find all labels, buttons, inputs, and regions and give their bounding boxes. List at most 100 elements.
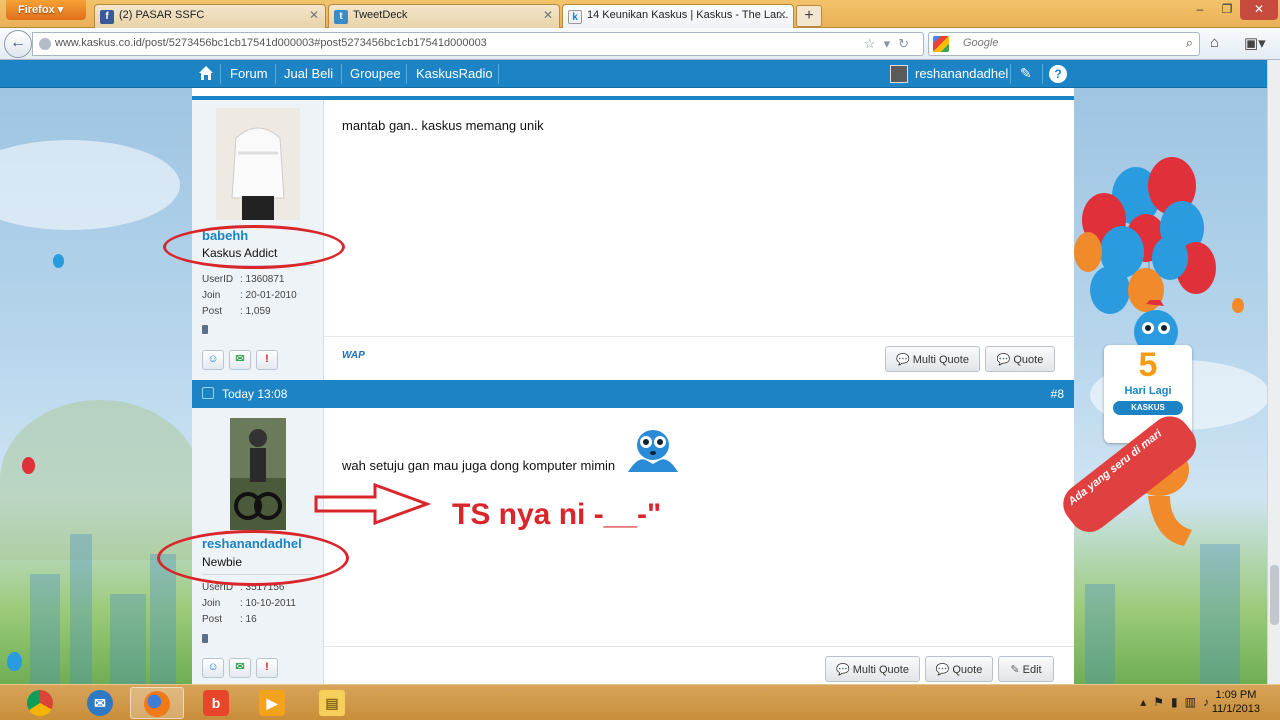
quote-button[interactable]: 💬 Quote	[925, 656, 993, 682]
page-scrollbar[interactable]	[1267, 60, 1280, 684]
nav-kaskusradio[interactable]: KaskusRadio	[416, 66, 493, 81]
dropdown-icon[interactable]: ▾	[884, 36, 899, 51]
post-number[interactable]: #8	[1051, 387, 1064, 401]
stat-value: : 1,059	[240, 306, 271, 317]
speech-bubble-icon: 💬	[896, 354, 910, 366]
back-arrow-icon[interactable]: ←	[4, 30, 32, 58]
stat-value: : 20-01-2010	[240, 290, 297, 301]
building-decoration	[30, 574, 60, 684]
tab-title: (2) PASAR SSFC	[119, 9, 205, 21]
search-bar[interactable]: Google ⌕	[928, 32, 1200, 56]
nav-jual-beli[interactable]: Jual Beli	[284, 66, 333, 81]
balloon-decoration	[53, 254, 64, 268]
multi-quote-button[interactable]: 💬 Multi Quote	[885, 346, 980, 372]
taskbar-app-media-player[interactable]: ▶	[246, 687, 300, 719]
nav-divider	[341, 64, 342, 84]
pencil-icon[interactable]: ✎	[1020, 65, 1032, 82]
multi-quote-button[interactable]: 💬 Multi Quote	[825, 656, 920, 682]
browser-tab-bar: Firefox ▾ f (2) PASAR SSFC ✕ t TweetDeck…	[0, 0, 1280, 28]
help-icon[interactable]: ?	[1049, 65, 1067, 83]
system-clock[interactable]: 1:09 PM 11/1/2013	[1212, 688, 1260, 716]
button-label: Edit	[1022, 664, 1042, 676]
url-bar-icons: ☆▾↻	[864, 36, 917, 52]
taskbar-app-file-explorer[interactable]: ▤	[306, 687, 360, 719]
promo-banner[interactable]: 5 Hari Lagi KASKUS Ada yang seru di mari	[1055, 140, 1264, 660]
profile-icon[interactable]: ☺	[202, 658, 224, 678]
globe-icon	[39, 38, 51, 50]
search-placeholder: Google	[963, 37, 999, 49]
window-close-icon[interactable]: ✕	[1240, 0, 1278, 20]
taskbar-app-chrome[interactable]	[14, 687, 68, 719]
bebo-icon: b	[203, 690, 229, 716]
taskbar-app-firefox[interactable]	[130, 687, 184, 719]
user-avatar[interactable]	[890, 65, 908, 83]
home-icon[interactable]	[198, 65, 214, 81]
network-icon[interactable]: ▥	[1185, 695, 1203, 709]
post-select-checkbox[interactable]	[202, 387, 214, 399]
button-label: Multi Quote	[912, 354, 969, 366]
speech-bubble-icon: 💬	[836, 664, 850, 676]
nav-divider	[220, 64, 221, 84]
building-decoration	[70, 534, 92, 684]
maximize-icon[interactable]: ❐	[1214, 0, 1240, 20]
search-icon[interactable]: ⌕	[1186, 35, 1193, 51]
countdown-label: Hari Lagi	[1124, 385, 1172, 397]
thunderbird-icon: ✉	[87, 690, 113, 716]
browser-nav-bar: ← www.kaskus.co.id/post/5273456bc1cb1754…	[0, 28, 1280, 60]
close-icon[interactable]: ✕	[309, 8, 319, 22]
join-date-stat: Join: 10-10-2011	[202, 598, 296, 609]
tab-kaskus[interactable]: k 14 Keunikan Kaskus | Kaskus - The Lar.…	[562, 4, 794, 28]
reputation-bar	[202, 634, 208, 643]
scrollbar-thumb[interactable]	[1270, 565, 1279, 625]
tab-title: 14 Keunikan Kaskus | Kaskus - The Lar...	[587, 9, 789, 21]
kaskus-logo: KASKUS	[1113, 401, 1183, 415]
user-id-stat: UserID: 1360871	[202, 274, 285, 285]
battery-icon[interactable]: ▮	[1171, 695, 1185, 709]
nav-divider	[406, 64, 407, 84]
minimize-icon[interactable]: –	[1186, 0, 1214, 20]
taskbar-app-bebo[interactable]: b	[190, 687, 244, 719]
message-icon[interactable]: ✉	[229, 658, 251, 678]
show-hidden-icons-icon[interactable]: ▴	[1140, 695, 1153, 709]
chrome-icon	[27, 690, 53, 716]
kaskus-icon: k	[568, 10, 582, 24]
bookmarks-icon[interactable]: ▣▾	[1244, 34, 1266, 52]
nav-groupee[interactable]: Groupee	[350, 66, 401, 81]
nav-divider	[1042, 64, 1043, 84]
tab-tweetdeck[interactable]: t TweetDeck ✕	[328, 4, 560, 28]
stat-value: : 16	[240, 614, 257, 625]
firefox-menu-button[interactable]: Firefox ▾	[6, 0, 86, 20]
url-bar[interactable]: www.kaskus.co.id/post/5273456bc1cb17541d…	[32, 32, 924, 56]
close-icon[interactable]: ✕	[777, 8, 787, 22]
report-icon[interactable]: !	[256, 350, 278, 370]
close-icon[interactable]: ✕	[543, 8, 553, 22]
report-icon[interactable]: !	[256, 658, 278, 678]
home-icon[interactable]: ⌂	[1210, 34, 1219, 51]
tab-pasar-ssfc[interactable]: f (2) PASAR SSFC ✕	[94, 4, 326, 28]
balloon-decoration	[22, 457, 35, 474]
user-avatar-image[interactable]	[230, 418, 286, 530]
clock-date: 11/1/2013	[1211, 703, 1260, 715]
flag-icon[interactable]: ⚑	[1153, 695, 1171, 709]
nav-divider	[498, 64, 499, 84]
new-tab-button[interactable]: +	[796, 5, 822, 27]
thread-content: babehh Kaskus Addict UserID: 1360871 Joi…	[192, 88, 1074, 684]
taskbar-app-thunderbird[interactable]: ✉	[74, 687, 128, 719]
url-text: www.kaskus.co.id/post/5273456bc1cb17541d…	[55, 37, 487, 49]
reload-icon[interactable]: ↻	[898, 36, 917, 51]
windows-taskbar: ✉ b ▶ ▤ ▴⚑▮▥♪ 1:09 PM 11/1/2013	[0, 684, 1280, 720]
firefox-icon	[144, 691, 170, 717]
nav-username[interactable]: reshanandadhel	[915, 66, 1008, 81]
profile-icon[interactable]: ☺	[202, 350, 224, 370]
tab-title: TweetDeck	[353, 9, 408, 21]
button-label: Multi Quote	[852, 664, 909, 676]
nav-forum[interactable]: Forum	[230, 66, 268, 81]
star-icon[interactable]: ☆	[864, 36, 884, 51]
quote-button[interactable]: 💬 Quote	[985, 346, 1055, 372]
user-avatar-image[interactable]	[216, 108, 300, 220]
message-icon[interactable]: ✉	[229, 350, 251, 370]
post-timestamp: Today 13:08	[222, 387, 288, 401]
edit-icon: ✎	[1010, 664, 1020, 676]
file-explorer-icon: ▤	[319, 690, 345, 716]
edit-button[interactable]: ✎ Edit	[998, 656, 1054, 682]
